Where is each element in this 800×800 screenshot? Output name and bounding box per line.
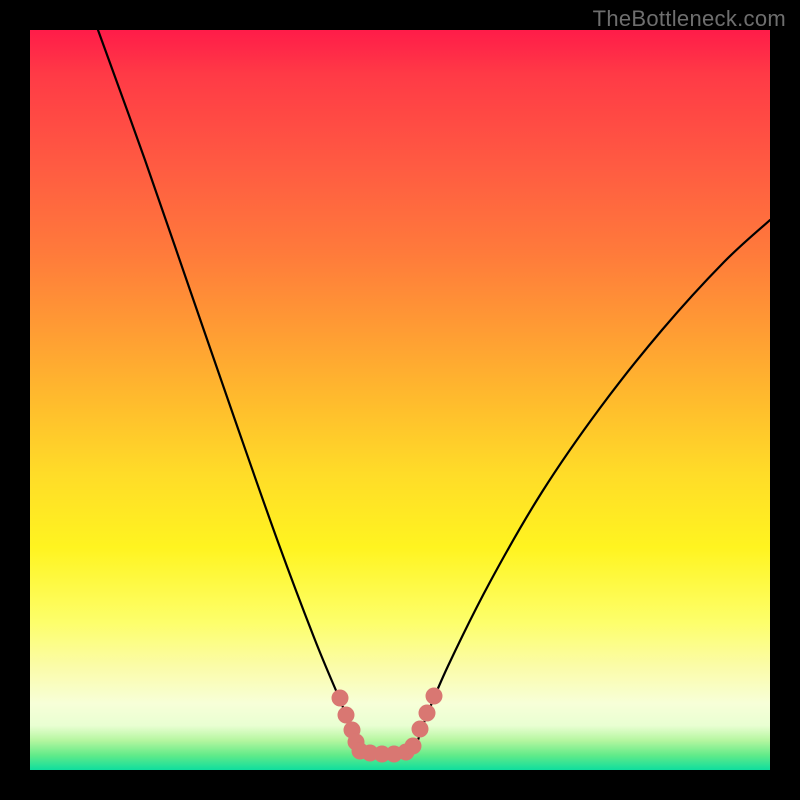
plot-area bbox=[30, 30, 770, 770]
severity-gradient bbox=[30, 30, 770, 770]
chart-stage: TheBottleneck.com bbox=[0, 0, 800, 800]
watermark-text: TheBottleneck.com bbox=[593, 6, 786, 32]
